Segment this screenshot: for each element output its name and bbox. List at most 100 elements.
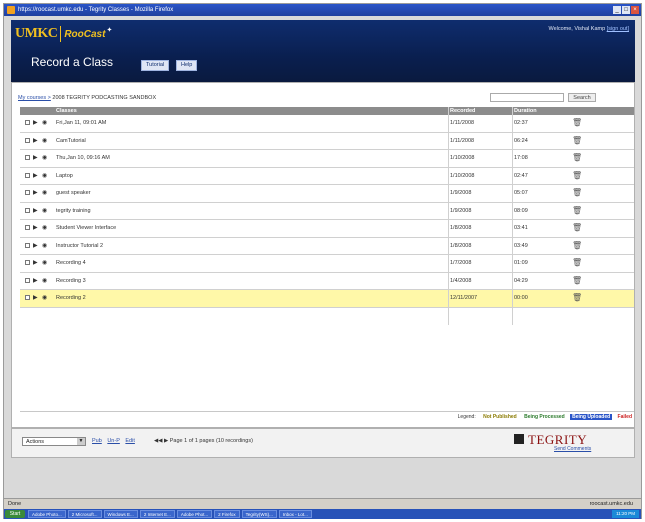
trash-icon[interactable]: 🗑: [572, 171, 582, 180]
taskbar-task[interactable]: 2 Internet E...: [139, 510, 175, 518]
actions-select[interactable]: Actions ▼: [22, 437, 86, 446]
row-checkbox[interactable]: [25, 260, 30, 265]
trash-icon[interactable]: 🗑: [572, 136, 582, 145]
publish-link[interactable]: Pub: [92, 438, 102, 444]
next-page-icon[interactable]: ▶: [164, 438, 168, 444]
table-row[interactable]: ▶ ◉ Instructor Tutorial 2 1/8/2008 03:49 🗑: [20, 237, 634, 255]
taskbar-task[interactable]: Inbox - Lot...: [278, 510, 312, 518]
table-row[interactable]: ▶ ◉ tegrity training 1/9/2008 08:09 🗑: [20, 202, 634, 220]
table-row[interactable]: ▶ ◉ Student Viewer Interface 1/8/2008 03:41 🗑: [20, 220, 634, 238]
taskbar-task[interactable]: Windows E...: [103, 510, 138, 518]
sign-out-link[interactable]: [sign out]: [607, 26, 629, 32]
taskbar-task[interactable]: Tegrity(WS)...: [241, 510, 277, 518]
recording-name[interactable]: Thu,Jan 10, 09:16 AM: [56, 150, 110, 166]
recording-name[interactable]: Instructor Tutorial 2: [56, 238, 103, 254]
row-checkbox[interactable]: [25, 120, 30, 125]
close-icon[interactable]: ×: [631, 6, 639, 14]
unpublish-link[interactable]: Un-P: [107, 438, 120, 444]
publish-status-icon[interactable]: ◉: [42, 260, 47, 266]
trash-icon[interactable]: 🗑: [572, 258, 582, 267]
play-icon[interactable]: ▶: [33, 138, 38, 144]
row-checkbox[interactable]: [25, 190, 30, 195]
publish-status-icon[interactable]: ◉: [42, 190, 47, 196]
maximize-icon[interactable]: □: [622, 6, 630, 14]
play-icon[interactable]: ▶: [33, 278, 38, 284]
taskbar-task[interactable]: 2 Firefox: [214, 510, 240, 518]
start-button[interactable]: Start: [5, 510, 25, 518]
recording-name[interactable]: Laptop: [56, 168, 73, 184]
recording-name[interactable]: Fri,Jan 11, 09:01 AM: [56, 115, 106, 131]
edit-link[interactable]: Edit: [125, 438, 134, 444]
play-icon[interactable]: ▶: [33, 190, 38, 196]
duration: 01:09: [514, 260, 528, 266]
play-icon[interactable]: ▶: [33, 120, 38, 126]
publish-status-icon[interactable]: ◉: [42, 295, 47, 301]
publish-status-icon[interactable]: ◉: [42, 138, 47, 144]
play-icon[interactable]: ▶: [33, 295, 38, 301]
publish-status-icon[interactable]: ◉: [42, 173, 47, 179]
table-row[interactable]: ▶ ◉ CamTutorial 1/11/2008 06:24 🗑: [20, 132, 634, 150]
play-icon[interactable]: ▶: [33, 260, 38, 266]
browser-statusbar: Done roocast.umkc.edu: [4, 498, 641, 509]
trash-icon[interactable]: 🗑: [572, 206, 582, 215]
trash-icon[interactable]: 🗑: [572, 118, 582, 127]
table-row[interactable]: ▶ ◉ Recording 2 12/11/2007 00:00 🗑: [20, 290, 634, 308]
minimize-icon[interactable]: _: [613, 6, 621, 14]
recording-name[interactable]: Student Viewer Interface: [56, 220, 116, 236]
recording-name[interactable]: tegrity training: [56, 203, 91, 219]
trash-icon[interactable]: 🗑: [572, 276, 582, 285]
trash-icon[interactable]: 🗑: [572, 223, 582, 232]
play-icon[interactable]: ▶: [33, 173, 38, 179]
play-icon[interactable]: ▶: [33, 155, 38, 161]
row-checkbox[interactable]: [25, 137, 30, 143]
chevron-down-icon[interactable]: ▼: [77, 438, 85, 445]
taskbar-tasks: Adobe Photo... 2 Microsoft... Windows E...…: [28, 510, 312, 518]
taskbar-task[interactable]: Adobe Phot...: [176, 510, 213, 518]
publish-status-icon[interactable]: ◉: [42, 225, 47, 231]
breadcrumb-my-courses-link[interactable]: My courses >: [18, 95, 51, 101]
table-row[interactable]: ▶ ◉ guest speaker 1/9/2008 05:07 🗑: [20, 185, 634, 203]
play-icon[interactable]: ▶: [33, 208, 38, 214]
header-duration[interactable]: Duration: [514, 107, 537, 115]
table-row[interactable]: ▶ ◉ Recording 3 1/4/2008 04:29 🗑: [20, 272, 634, 290]
help-button[interactable]: Help: [176, 60, 198, 71]
table-row[interactable]: ▶ ◉ Fri,Jan 11, 09:01 AM 1/11/2008 02:37 🗑: [20, 115, 634, 133]
publish-status-icon[interactable]: ◉: [42, 155, 47, 161]
table-row[interactable]: ▶ ◉ Thu,Jan 10, 09:16 AM 1/10/2008 17:08 🗑: [20, 150, 634, 168]
send-comments-link[interactable]: Send Comments: [554, 446, 591, 452]
recording-name[interactable]: Recording 4: [56, 255, 86, 271]
row-checkbox[interactable]: [25, 155, 30, 160]
site-header: UMKC RooCast ✦ Welcome, Vishal Kamp [sig…: [11, 20, 635, 82]
taskbar-task[interactable]: 2 Microsoft...: [67, 510, 102, 518]
table-row[interactable]: ▶ ◉ Recording 4 1/7/2008 01:09 🗑: [20, 255, 634, 273]
row-checkbox[interactable]: [25, 207, 30, 213]
welcome-text: Welcome, Vishal Kamp: [548, 26, 606, 32]
row-checkbox[interactable]: [25, 172, 30, 178]
search-input[interactable]: [490, 93, 564, 102]
table-row[interactable]: ▶ ◉ Laptop 1/10/2008 02:47 🗑: [20, 167, 634, 185]
row-checkbox[interactable]: [25, 225, 30, 230]
row-checkbox[interactable]: [25, 277, 30, 283]
previous-page-icon[interactable]: ◀◀: [154, 438, 162, 444]
recording-name[interactable]: guest speaker: [56, 185, 91, 201]
recording-name[interactable]: Recording 2: [56, 290, 86, 306]
tutorial-button[interactable]: Tutorial: [141, 60, 170, 71]
trash-icon[interactable]: 🗑: [572, 293, 582, 302]
header-recorded[interactable]: Recorded: [450, 107, 475, 115]
search-button[interactable]: Search: [568, 93, 596, 102]
publish-status-icon[interactable]: ◉: [42, 278, 47, 284]
play-icon[interactable]: ▶: [33, 243, 38, 249]
trash-icon[interactable]: 🗑: [572, 241, 582, 250]
publish-status-icon[interactable]: ◉: [42, 243, 47, 249]
play-icon[interactable]: ▶: [33, 225, 38, 231]
row-checkbox[interactable]: [25, 295, 30, 300]
header-classes[interactable]: Classes: [56, 107, 77, 115]
trash-icon[interactable]: 🗑: [572, 188, 582, 197]
publish-status-icon[interactable]: ◉: [42, 120, 47, 126]
recording-name[interactable]: CamTutorial: [56, 133, 86, 149]
recording-name[interactable]: Recording 3: [56, 273, 86, 289]
row-checkbox[interactable]: [25, 242, 30, 248]
trash-icon[interactable]: 🗑: [572, 153, 582, 162]
taskbar-task[interactable]: Adobe Photo...: [28, 510, 66, 518]
publish-status-icon[interactable]: ◉: [42, 208, 47, 214]
